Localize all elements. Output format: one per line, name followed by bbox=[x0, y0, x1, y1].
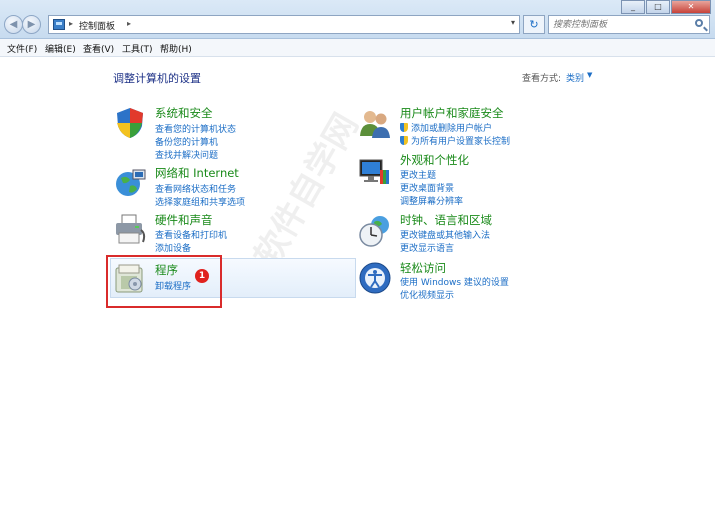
breadcrumb-control-panel[interactable]: 控制面板 bbox=[79, 19, 115, 32]
control-panel-icon bbox=[53, 19, 65, 30]
clock-globe-icon[interactable] bbox=[358, 214, 392, 248]
printer-icon[interactable] bbox=[113, 212, 147, 246]
window-titlebar: _ □ ✕ ◀ ▶ ▸ 控制面板 ▸ ▾ ↻ bbox=[0, 0, 715, 39]
uac-shield-icon bbox=[400, 123, 408, 132]
link-recommended-settings[interactable]: 使用 Windows 建议的设置 bbox=[400, 275, 509, 288]
monitor-paint-icon[interactable] bbox=[358, 156, 392, 190]
maximize-button[interactable]: □ bbox=[646, 0, 670, 14]
link-change-background[interactable]: 更改桌面背景 bbox=[400, 181, 454, 194]
chevron-right-icon[interactable]: ▸ bbox=[127, 19, 131, 28]
uac-shield-icon bbox=[400, 136, 408, 145]
link-view-computer-status[interactable]: 查看您的计算机状态 bbox=[155, 122, 236, 135]
link-change-theme[interactable]: 更改主题 bbox=[400, 168, 436, 181]
category-title-hardware-sound[interactable]: 硬件和声音 bbox=[155, 212, 213, 228]
search-box[interactable] bbox=[548, 15, 710, 34]
category-title-appearance[interactable]: 外观和个性化 bbox=[400, 152, 469, 168]
ease-of-access-icon[interactable] bbox=[358, 261, 392, 295]
address-bar[interactable]: ▸ 控制面板 ▸ ▾ bbox=[48, 15, 520, 34]
category-title-network-internet[interactable]: 网络和 Internet bbox=[155, 165, 239, 181]
link-label: 为所有用户设置家长控制 bbox=[411, 137, 511, 147]
menu-help[interactable]: 帮助(H) bbox=[160, 42, 192, 55]
category-title-system-security[interactable]: 系统和安全 bbox=[155, 105, 213, 121]
forward-button[interactable]: ▶ bbox=[22, 15, 41, 34]
users-icon[interactable] bbox=[358, 106, 392, 140]
link-optimize-display[interactable]: 优化视频显示 bbox=[400, 288, 454, 301]
refresh-button[interactable]: ↻ bbox=[523, 15, 545, 34]
link-homegroup-sharing[interactable]: 选择家庭组和共享选项 bbox=[155, 195, 245, 208]
page-title: 调整计算机的设置 bbox=[113, 72, 201, 85]
minimize-button[interactable]: _ bbox=[621, 0, 645, 14]
search-icon[interactable] bbox=[695, 19, 703, 27]
arrow-right-icon: ▶ bbox=[27, 19, 36, 30]
shield-icon[interactable] bbox=[113, 106, 147, 140]
refresh-icon: ↻ bbox=[529, 18, 539, 31]
menu-edit[interactable]: 编辑(E) bbox=[45, 42, 76, 55]
category-title-ease-of-access[interactable]: 轻松访问 bbox=[400, 260, 446, 276]
link-parental-controls[interactable]: 为所有用户设置家长控制 bbox=[400, 134, 510, 147]
menu-view[interactable]: 查看(V) bbox=[83, 42, 114, 55]
category-title-clock-language-region[interactable]: 时钟、语言和区域 bbox=[400, 212, 492, 228]
category-title-user-accounts[interactable]: 用户帐户和家庭安全 bbox=[400, 105, 504, 121]
close-button[interactable]: ✕ bbox=[671, 0, 711, 14]
link-troubleshoot[interactable]: 查找并解决问题 bbox=[155, 148, 218, 161]
view-mode-dropdown[interactable]: 类别 bbox=[566, 71, 584, 84]
window-controls: _ □ ✕ bbox=[620, 0, 711, 14]
chevron-down-icon[interactable]: ▼ bbox=[587, 71, 592, 79]
link-change-display-language[interactable]: 更改显示语言 bbox=[400, 241, 454, 254]
back-button[interactable]: ◀ bbox=[4, 15, 23, 34]
search-input[interactable] bbox=[553, 18, 683, 31]
link-screen-resolution[interactable]: 调整屏幕分辨率 bbox=[400, 194, 463, 207]
link-label: 添加或删除用户帐户 bbox=[411, 124, 493, 134]
watermark: 软件自学网 bbox=[246, 106, 367, 274]
link-change-keyboard[interactable]: 更改键盘或其他输入法 bbox=[400, 228, 490, 241]
step-badge: 1 bbox=[195, 269, 209, 283]
network-globe-icon[interactable] bbox=[113, 166, 147, 200]
link-add-device[interactable]: 添加设备 bbox=[155, 241, 191, 254]
chevron-down-icon[interactable]: ▾ bbox=[511, 18, 515, 27]
link-network-status[interactable]: 查看网络状态和任务 bbox=[155, 182, 236, 195]
menu-bar: 文件(F) 编辑(E) 查看(V) 工具(T) 帮助(H) bbox=[0, 39, 715, 57]
arrow-left-icon: ◀ bbox=[9, 19, 18, 30]
view-mode-label: 查看方式: bbox=[522, 74, 562, 84]
link-devices-printers[interactable]: 查看设备和打印机 bbox=[155, 228, 227, 241]
link-add-remove-accounts[interactable]: 添加或删除用户帐户 bbox=[400, 121, 492, 134]
chevron-right-icon[interactable]: ▸ bbox=[69, 19, 73, 28]
menu-tools[interactable]: 工具(T) bbox=[122, 42, 153, 55]
menu-file[interactable]: 文件(F) bbox=[7, 42, 37, 55]
link-backup-computer[interactable]: 备份您的计算机 bbox=[155, 135, 218, 148]
